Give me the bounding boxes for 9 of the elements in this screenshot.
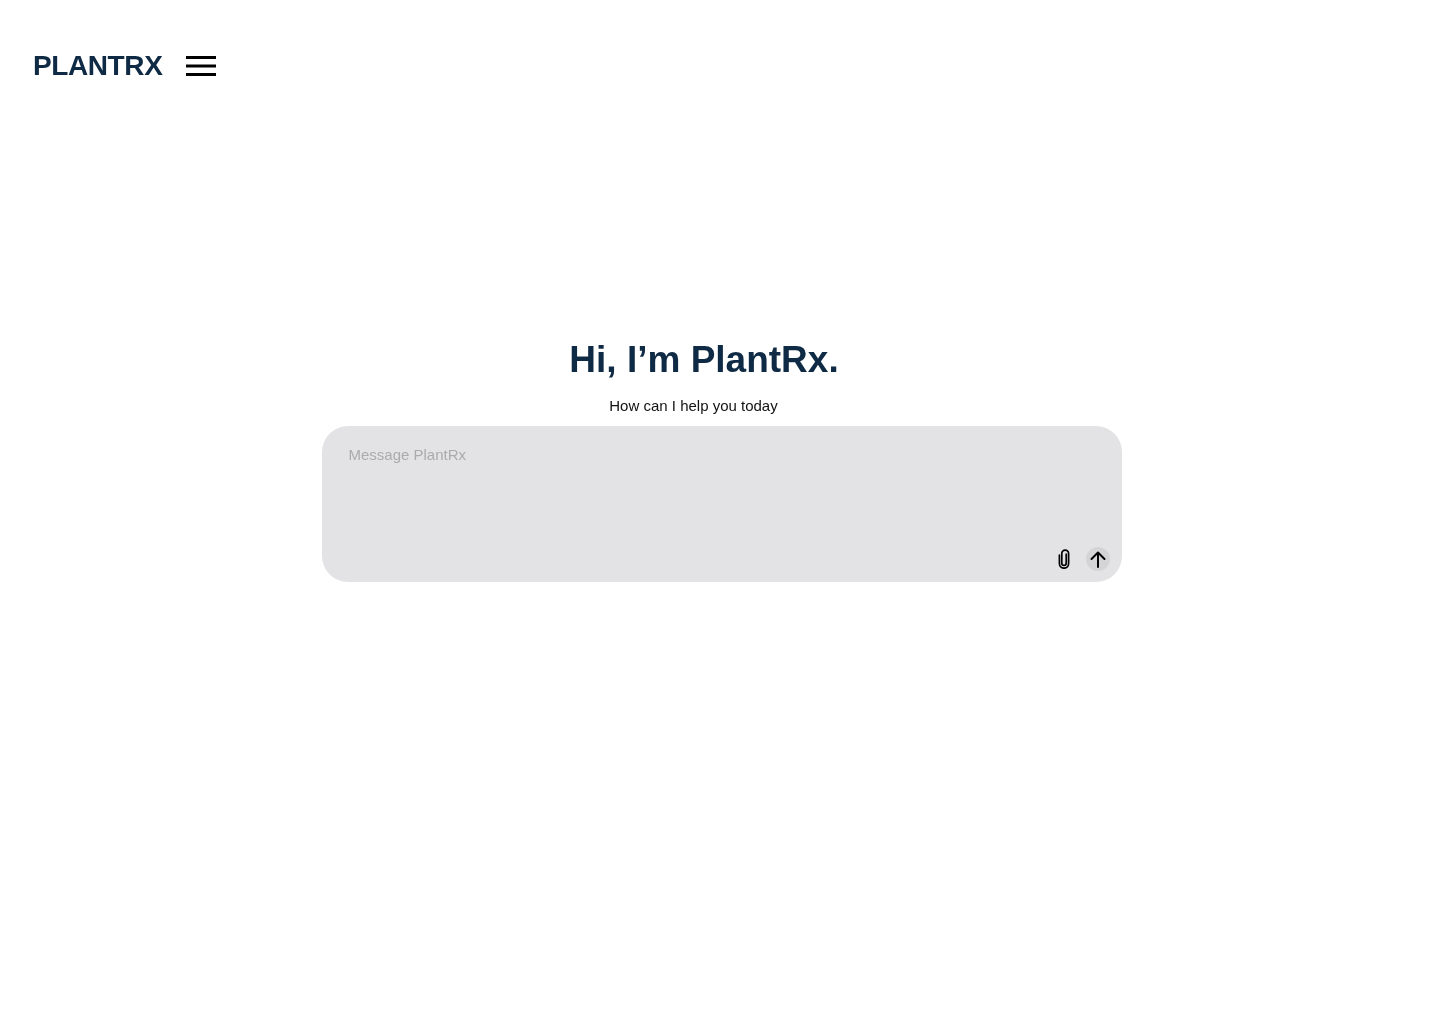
attach-button[interactable] — [1057, 549, 1070, 569]
logo-link[interactable]: PLANTRX — [33, 47, 163, 85]
greeting-subtitle: How can I help you today — [609, 396, 778, 416]
message-field[interactable]: Message PlantRx — [321, 426, 1122, 582]
menu-button[interactable] — [186, 56, 217, 76]
paperclip-icon — [1057, 549, 1070, 569]
arrow-up-icon — [1089, 550, 1106, 568]
menu-icon — [186, 56, 217, 76]
greeting-title: Hi, I’m PlantRx. — [569, 338, 839, 382]
